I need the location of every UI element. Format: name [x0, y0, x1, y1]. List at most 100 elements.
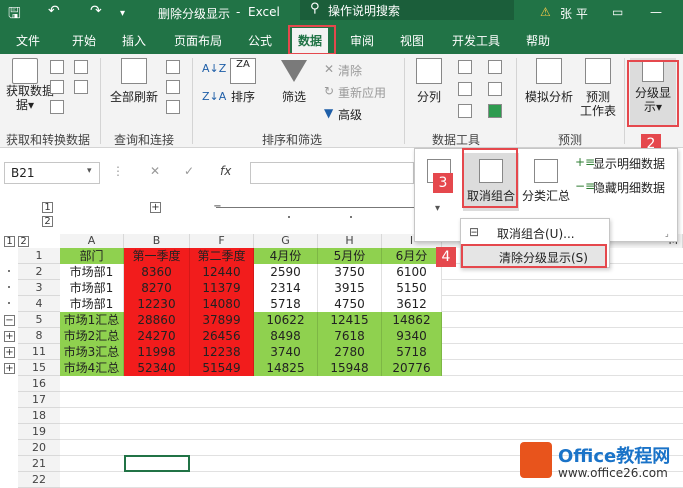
- what-if-analysis-button[interactable]: 模拟分析: [522, 58, 576, 104]
- col-outline-level-1[interactable]: 1: [42, 202, 53, 213]
- ungroup-menu-item[interactable]: 取消组合(U)...: [497, 225, 575, 242]
- table-cell[interactable]: 14825: [254, 360, 318, 376]
- reapply-button[interactable]: 重新应用: [338, 84, 386, 101]
- table-header-cell[interactable]: 部门: [60, 248, 124, 264]
- table-cell[interactable]: 20776: [382, 360, 442, 376]
- table-cell[interactable]: 28860: [124, 312, 190, 328]
- col-header-b[interactable]: B: [124, 234, 190, 248]
- tab-help[interactable]: 帮助: [526, 32, 550, 49]
- col-header-h[interactable]: H: [318, 234, 382, 248]
- table-cell[interactable]: 11379: [190, 280, 254, 296]
- table-cell[interactable]: 市场部1: [60, 296, 124, 312]
- tell-me-box[interactable]: ⚲ 操作说明搜索: [300, 0, 514, 20]
- row-header-19[interactable]: 19: [18, 424, 60, 440]
- sort-za-icon[interactable]: Z↓A: [202, 90, 226, 103]
- table-cell[interactable]: 14862: [382, 312, 442, 328]
- existing-connections-icon[interactable]: [74, 80, 88, 94]
- col-outline-level-2[interactable]: 2: [42, 216, 53, 227]
- row-header-21[interactable]: 21: [18, 456, 60, 472]
- consolidate-icon[interactable]: [488, 60, 502, 74]
- show-detail-button[interactable]: 显示明细数据: [593, 155, 665, 172]
- advanced-filter-button[interactable]: 高级: [338, 106, 362, 123]
- table-cell[interactable]: 10622: [254, 312, 318, 328]
- table-header-cell[interactable]: 6月分: [382, 248, 442, 264]
- col-outline-expand[interactable]: +: [150, 202, 161, 213]
- table-header-cell[interactable]: 5月份: [318, 248, 382, 264]
- row-header-22[interactable]: 22: [18, 472, 60, 488]
- row-header-5[interactable]: 5: [18, 312, 60, 328]
- recent-sources-icon[interactable]: [74, 60, 88, 74]
- row-outline-level-2[interactable]: 2: [18, 236, 29, 247]
- tab-review[interactable]: 审阅: [350, 32, 374, 49]
- table-cell[interactable]: 市场2汇总: [60, 328, 124, 344]
- table-header-cell[interactable]: 第一季度: [124, 248, 190, 264]
- table-cell[interactable]: 37899: [190, 312, 254, 328]
- table-cell[interactable]: 12440: [190, 264, 254, 280]
- table-cell[interactable]: 8498: [254, 328, 318, 344]
- table-cell[interactable]: 6100: [382, 264, 442, 280]
- table-cell[interactable]: 26456: [190, 328, 254, 344]
- table-cell[interactable]: 2780: [318, 344, 382, 360]
- row-header-16[interactable]: 16: [18, 376, 60, 392]
- table-cell[interactable]: 12238: [190, 344, 254, 360]
- redo-icon[interactable]: ↷: [90, 3, 102, 19]
- remove-duplicates-icon[interactable]: [458, 82, 472, 96]
- forecast-sheet-button[interactable]: 预测 工作表: [578, 58, 618, 118]
- clear-filter-button[interactable]: 清除: [338, 62, 362, 79]
- row-header-11[interactable]: 11: [18, 344, 60, 360]
- table-cell[interactable]: 市场3汇总: [60, 344, 124, 360]
- table-header-cell[interactable]: 第二季度: [190, 248, 254, 264]
- get-data-button[interactable]: 获取数据 据▾: [6, 58, 54, 112]
- relationships-icon[interactable]: [488, 82, 502, 96]
- table-cell[interactable]: 3740: [254, 344, 318, 360]
- text-to-columns-button[interactable]: 分列: [412, 58, 446, 104]
- table-cell[interactable]: 8270: [124, 280, 190, 296]
- manage-data-model-icon[interactable]: [488, 104, 502, 118]
- table-cell[interactable]: 9340: [382, 328, 442, 344]
- table-cell[interactable]: 4750: [318, 296, 382, 312]
- table-cell[interactable]: 14080: [190, 296, 254, 312]
- subtotal-button[interactable]: 分类汇总: [521, 153, 571, 211]
- table-cell[interactable]: 5150: [382, 280, 442, 296]
- tab-page-layout[interactable]: 页面布局: [174, 32, 222, 49]
- edit-links-icon[interactable]: [166, 100, 180, 114]
- enter-icon[interactable]: ✓: [184, 164, 194, 178]
- table-cell[interactable]: 12230: [124, 296, 190, 312]
- from-text-icon[interactable]: [50, 60, 64, 74]
- row-header-1[interactable]: 1: [18, 248, 60, 264]
- table-cell[interactable]: 3915: [318, 280, 382, 296]
- undo-icon[interactable]: ↶: [48, 3, 60, 19]
- row-header-20[interactable]: 20: [18, 440, 60, 456]
- from-table-icon[interactable]: [50, 100, 64, 114]
- table-cell[interactable]: 2314: [254, 280, 318, 296]
- qat-dropdown-icon[interactable]: ▾: [120, 8, 125, 19]
- tab-formulas[interactable]: 公式: [248, 32, 272, 49]
- table-cell[interactable]: 7618: [318, 328, 382, 344]
- cancel-icon[interactable]: ✕: [150, 164, 160, 178]
- flash-fill-icon[interactable]: [458, 60, 472, 74]
- table-cell[interactable]: 11998: [124, 344, 190, 360]
- refresh-all-button[interactable]: 全部刷新: [106, 58, 162, 104]
- row-header-2[interactable]: 2: [18, 264, 60, 280]
- col-header-f[interactable]: F: [190, 234, 254, 248]
- formula-input[interactable]: [250, 162, 414, 184]
- table-cell[interactable]: 市场部1: [60, 264, 124, 280]
- table-cell[interactable]: 24270: [124, 328, 190, 344]
- tab-view[interactable]: 视图: [400, 32, 424, 49]
- col-header-a[interactable]: A: [60, 234, 124, 248]
- properties-icon[interactable]: [166, 80, 180, 94]
- save-icon[interactable]: 🖫: [8, 3, 21, 28]
- table-cell[interactable]: 3612: [382, 296, 442, 312]
- hide-detail-button[interactable]: 隐藏明细数据: [593, 179, 665, 196]
- queries-icon[interactable]: [166, 60, 180, 74]
- ribbon-display-icon[interactable]: ▭: [612, 5, 623, 19]
- table-cell[interactable]: 15948: [318, 360, 382, 376]
- row-header-4[interactable]: 4: [18, 296, 60, 312]
- row-expand-15[interactable]: +: [4, 363, 15, 374]
- table-cell[interactable]: 5718: [254, 296, 318, 312]
- tab-file[interactable]: 文件: [16, 32, 40, 49]
- row-collapse-5[interactable]: −: [4, 315, 15, 326]
- minimize-icon[interactable]: —: [650, 5, 662, 19]
- dialog-launcher-icon[interactable]: ⌟: [665, 229, 669, 238]
- table-cell[interactable]: 51549: [190, 360, 254, 376]
